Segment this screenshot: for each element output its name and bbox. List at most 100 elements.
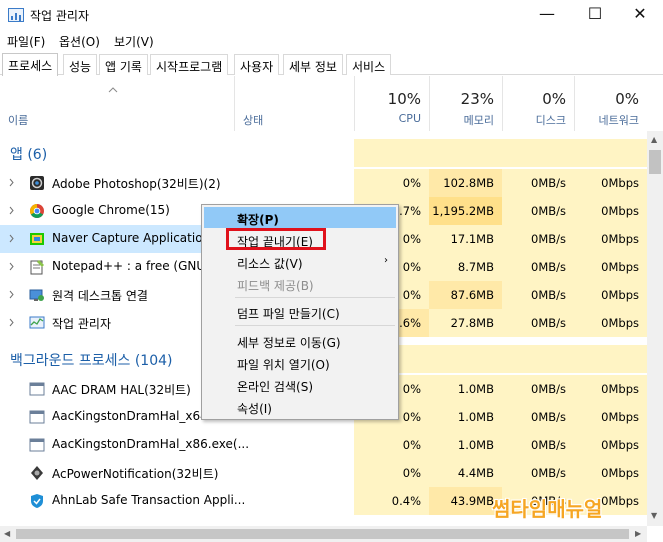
expand-chevron-icon[interactable] bbox=[9, 178, 14, 187]
network-value: 0Mbps bbox=[601, 410, 639, 424]
process-name: 원격 데스크톱 연결 bbox=[52, 289, 148, 303]
table-row[interactable]: AcPowerNotification(32비트) 0% 4.4MB 0MB/s… bbox=[0, 459, 647, 487]
expand-chevron-icon[interactable] bbox=[9, 318, 14, 327]
memory-value: 8.7MB bbox=[457, 260, 494, 274]
menu-item-create-dump[interactable]: 덤프 파일 만들기(C) bbox=[204, 301, 396, 322]
notepad-icon bbox=[30, 260, 44, 275]
cpu-total-pct: 10% bbox=[387, 90, 421, 108]
scroll-up-icon[interactable]: ▲ bbox=[651, 135, 657, 144]
memory-value: 27.8MB bbox=[450, 316, 494, 330]
menu-item-go-to-details[interactable]: 세부 정보로 이동(G) bbox=[204, 330, 396, 351]
menu-item-resource-values[interactable]: 리소스 값(V) › bbox=[204, 251, 396, 272]
network-value: 0Mbps bbox=[601, 316, 639, 330]
watermark-text: 썸타임매뉴얼 bbox=[492, 497, 603, 521]
network-column-header[interactable]: 0% 네트워크 bbox=[574, 76, 647, 131]
table-row[interactable]: AacKingstonDramHal_x86.exe(... 0% 1.0MB … bbox=[0, 431, 647, 459]
status-column-header[interactable]: 상태 bbox=[234, 76, 354, 131]
menu-item-expand[interactable]: 확장(P) bbox=[204, 207, 396, 228]
tab-performance[interactable]: 성능 bbox=[63, 54, 98, 75]
scroll-left-icon[interactable]: ◀ bbox=[4, 529, 10, 538]
cpu-value: 0% bbox=[402, 466, 421, 480]
menu-options[interactable]: 옵션(O) bbox=[59, 33, 100, 50]
horizontal-scrollbar[interactable]: ◀ ▶ bbox=[0, 526, 647, 542]
name-column-header[interactable]: 이름 bbox=[0, 76, 234, 131]
group-header-apps[interactable]: 앱 (6) bbox=[0, 139, 647, 167]
expand-chevron-icon[interactable] bbox=[9, 234, 14, 243]
title-bar: 작업 관리자 — ☐ ✕ bbox=[0, 0, 663, 30]
process-name: AcPowerNotification(32비트) bbox=[52, 467, 219, 481]
memory-column-header[interactable]: 23% 메모리 bbox=[429, 76, 502, 131]
cpu-value: 0% bbox=[402, 176, 421, 190]
cpu-column-header[interactable]: 10% CPU bbox=[354, 76, 429, 131]
network-value: 0Mbps bbox=[601, 260, 639, 274]
disk-value: 0MB/s bbox=[531, 316, 566, 330]
process-name: AhnLab Safe Transaction Appli... bbox=[52, 493, 246, 507]
close-button[interactable]: ✕ bbox=[617, 0, 663, 30]
process-name: AAC DRAM HAL(32비트) bbox=[52, 383, 191, 397]
maximize-button[interactable]: ☐ bbox=[572, 0, 618, 30]
window-title: 작업 관리자 bbox=[30, 9, 90, 23]
tab-users[interactable]: 사용자 bbox=[234, 54, 280, 75]
expand-chevron-icon[interactable] bbox=[9, 290, 14, 299]
menu-bar: 파일(F) 옵션(O) 보기(V) bbox=[0, 30, 663, 52]
disk-value: 0MB/s bbox=[531, 410, 566, 424]
tab-strip: 프로세스 성능 앱 기록 시작프로그램 사용자 세부 정보 서비스 bbox=[0, 53, 663, 76]
menu-file[interactable]: 파일(F) bbox=[7, 33, 45, 50]
network-value: 0Mbps bbox=[601, 288, 639, 302]
disk-value: 0MB/s bbox=[531, 176, 566, 190]
vertical-scrollbar[interactable]: ▲ ▼ bbox=[647, 131, 663, 526]
menu-item-properties[interactable]: 속성(I) bbox=[204, 396, 396, 417]
process-name: Adobe Photoshop(32비트)(2) bbox=[52, 177, 221, 191]
disk-total-pct: 0% bbox=[542, 90, 566, 108]
network-value: 0Mbps bbox=[601, 466, 639, 480]
tab-app-history[interactable]: 앱 기록 bbox=[99, 54, 148, 75]
expand-chevron-icon[interactable] bbox=[9, 206, 14, 215]
tab-startup[interactable]: 시작프로그램 bbox=[150, 54, 229, 75]
remote-desktop-icon bbox=[29, 289, 44, 301]
group-label-apps: 앱 (6) bbox=[10, 147, 48, 163]
disk-column-header[interactable]: 0% 디스크 bbox=[502, 76, 574, 131]
menu-item-search-online[interactable]: 온라인 검색(S) bbox=[204, 374, 396, 395]
network-value: 0Mbps bbox=[601, 382, 639, 396]
scroll-down-icon[interactable]: ▼ bbox=[651, 511, 657, 520]
minimize-button[interactable]: — bbox=[524, 0, 570, 30]
process-icon bbox=[29, 382, 45, 396]
disk-value: 0MB/s bbox=[531, 204, 566, 218]
tab-services[interactable]: 서비스 bbox=[346, 54, 392, 75]
memory-value: 102.8MB bbox=[443, 176, 494, 190]
cpu-value: 0.4% bbox=[391, 494, 421, 508]
menu-view[interactable]: 보기(V) bbox=[114, 33, 154, 50]
scrollbar-thumb[interactable] bbox=[649, 150, 661, 174]
memory-value: 1.0MB bbox=[457, 438, 494, 452]
memory-value: 4.4MB bbox=[457, 466, 494, 480]
expand-chevron-icon[interactable] bbox=[9, 262, 14, 271]
disk-value: 0MB/s bbox=[531, 260, 566, 274]
tab-processes[interactable]: 프로세스 bbox=[2, 53, 59, 76]
memory-total-pct: 23% bbox=[460, 90, 494, 108]
group-label-background: 백그라운드 프로세스 (104) bbox=[10, 353, 173, 369]
disk-column-label: 디스크 bbox=[535, 114, 566, 127]
memory-value: 87.6MB bbox=[450, 288, 494, 302]
menu-item-open-file-location[interactable]: 파일 위치 열기(O) bbox=[204, 352, 396, 373]
memory-value: 1.0MB bbox=[457, 410, 494, 424]
menu-item-feedback: 피드백 제공(B) bbox=[237, 279, 314, 293]
menu-separator bbox=[235, 297, 395, 298]
scroll-right-icon[interactable]: ▶ bbox=[635, 529, 641, 538]
table-row[interactable]: Adobe Photoshop(32비트)(2) 0% 102.8MB 0MB/… bbox=[0, 169, 647, 197]
memory-value: 1,195.2MB bbox=[432, 204, 494, 218]
network-column-label: 네트워크 bbox=[598, 114, 639, 127]
network-value: 0Mbps bbox=[601, 176, 639, 190]
task-manager-icon bbox=[29, 316, 45, 329]
highlight-callout-box bbox=[226, 228, 326, 250]
disk-value: 0MB/s bbox=[531, 232, 566, 246]
status-column-label: 상태 bbox=[243, 114, 264, 127]
network-total-pct: 0% bbox=[615, 90, 639, 108]
task-manager-window: 작업 관리자 — ☐ ✕ 파일(F) 옵션(O) 보기(V) 프로세스 성능 앱… bbox=[0, 0, 663, 542]
memory-value: 17.1MB bbox=[450, 232, 494, 246]
menu-separator bbox=[235, 325, 395, 326]
horizontal-scrollbar-thumb[interactable] bbox=[16, 529, 629, 539]
cpu-column-label: CPU bbox=[398, 112, 421, 125]
memory-column-label: 메모리 bbox=[463, 114, 494, 127]
tab-details[interactable]: 세부 정보 bbox=[283, 54, 343, 75]
network-value: 0Mbps bbox=[601, 204, 639, 218]
